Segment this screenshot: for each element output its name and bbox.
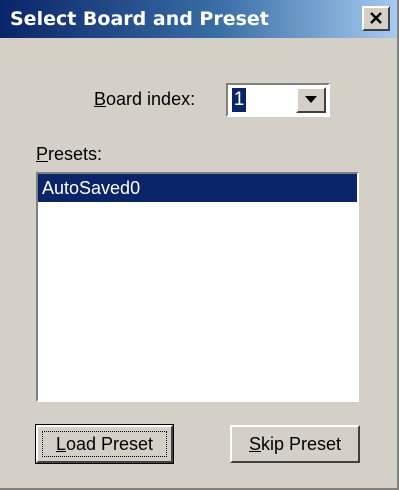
board-index-label: Board index: (94, 89, 196, 109)
board-index-value: 1 (232, 88, 246, 112)
focus-rect (42, 431, 167, 457)
presets-label: Presets: (36, 144, 103, 164)
title-bar[interactable]: Select Board and Preset (0, 0, 397, 38)
chevron-down-icon (305, 96, 317, 103)
board-index-dropdown-button[interactable] (296, 87, 326, 113)
skip-preset-button[interactable]: Skip Preset (230, 425, 360, 463)
window-title: Select Board and Preset (10, 8, 269, 30)
list-item[interactable]: AutoSaved0 (38, 174, 357, 202)
close-button[interactable] (362, 6, 390, 31)
presets-list[interactable]: AutoSaved0 (36, 172, 359, 402)
select-board-dialog: Select Board and Preset Board index: 1 P… (0, 0, 399, 490)
board-index-select[interactable]: 1 (226, 83, 330, 117)
load-preset-button[interactable]: Load Preset (35, 424, 174, 464)
close-icon (370, 12, 382, 24)
